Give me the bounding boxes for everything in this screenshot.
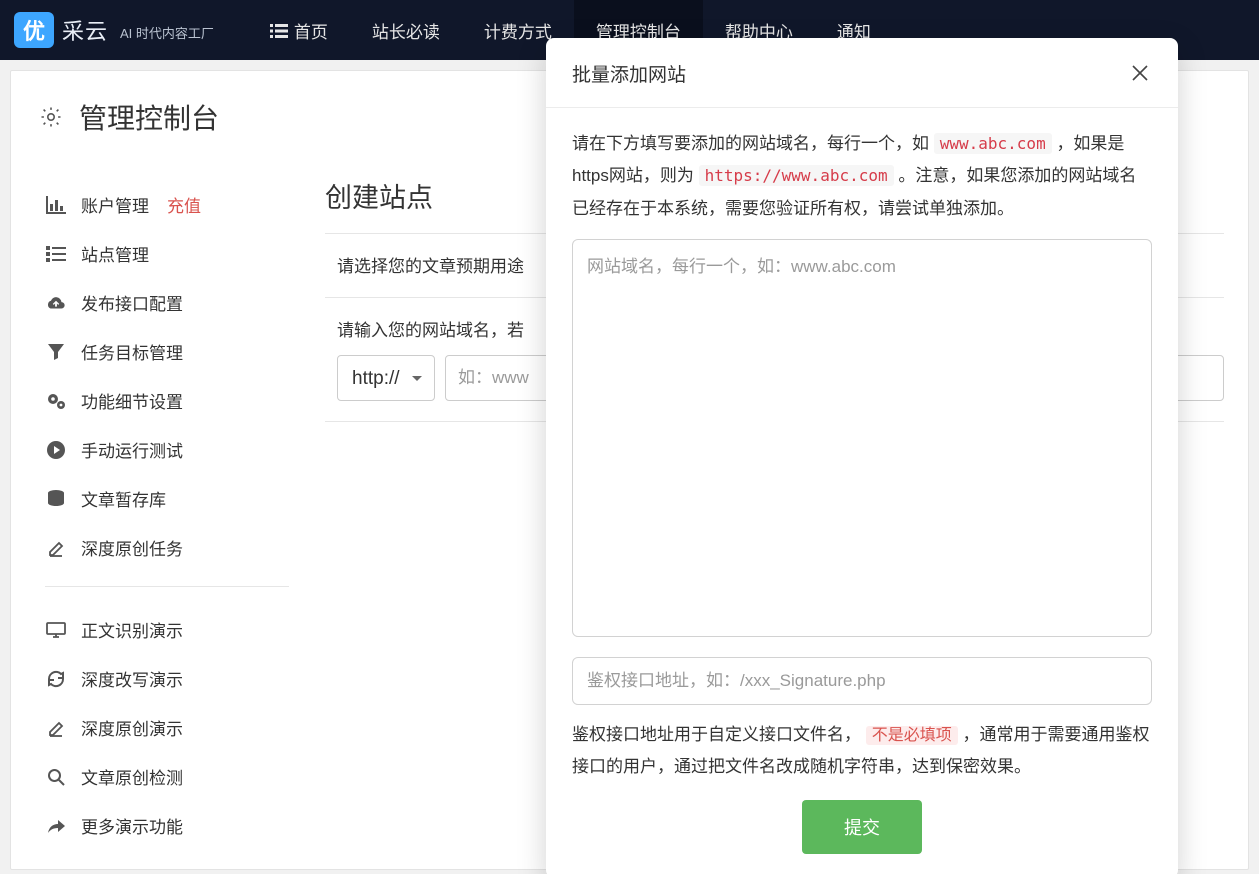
brand-subtitle: AI 时代内容工厂 bbox=[120, 23, 214, 48]
sidebar-item-label: 任务目标管理 bbox=[81, 339, 183, 364]
sidebar-item-label: 账户管理 bbox=[81, 192, 149, 217]
submit-button[interactable]: 提交 bbox=[802, 800, 922, 854]
page-title: 管理控制台 bbox=[79, 97, 219, 137]
batch-add-modal: 批量添加网站 请在下方填写要添加的网站域名，每行一个，如 www.abc.com… bbox=[546, 38, 1178, 874]
submit-wrap: 提交 bbox=[572, 800, 1152, 854]
sidebar-item-settings[interactable]: 功能细节设置 bbox=[45, 376, 289, 425]
code-sample-1: www.abc.com bbox=[934, 133, 1052, 154]
modal-title: 批量添加网站 bbox=[572, 60, 686, 87]
gear-icon bbox=[39, 105, 63, 129]
code-sample-2: https://www.abc.com bbox=[699, 165, 894, 186]
database-icon bbox=[45, 490, 67, 508]
nav-home[interactable]: 首页 bbox=[248, 0, 350, 60]
auth-description: 鉴权接口地址用于自定义接口文件名， 不是必填项 ，通常用于需要通用鉴权接口的用户… bbox=[572, 719, 1152, 784]
sidebar-item-storage[interactable]: 文章暂存库 bbox=[45, 474, 289, 523]
optional-badge: 不是必填项 bbox=[866, 726, 958, 745]
sidebar-demo-check[interactable]: 文章原创检测 bbox=[45, 752, 289, 801]
desc-text: 请在下方填写要添加的网站域名，每行一个，如 bbox=[572, 134, 934, 153]
sidebar-divider bbox=[45, 586, 289, 587]
edit-icon bbox=[45, 539, 67, 557]
sidebar-item-label: 深度原创演示 bbox=[81, 715, 183, 740]
list-lines-icon bbox=[45, 245, 67, 263]
auth-desc-text: 鉴权接口地址用于自定义接口文件名， bbox=[572, 725, 861, 744]
sidebar-item-publish[interactable]: 发布接口配置 bbox=[45, 278, 289, 327]
sidebar-demo-original[interactable]: 深度原创演示 bbox=[45, 703, 289, 752]
sidebar-item-account[interactable]: 账户管理 充值 bbox=[45, 180, 289, 229]
sidebar-item-label: 更多演示功能 bbox=[81, 813, 183, 838]
nav-label: 站长必读 bbox=[372, 18, 440, 43]
sidebar-item-label: 手动运行测试 bbox=[81, 437, 183, 462]
usage-label: 请选择您的文章预期用途 bbox=[337, 257, 524, 276]
nav-label: 首页 bbox=[294, 18, 328, 43]
nav-label: 计费方式 bbox=[484, 18, 552, 43]
auth-path-input[interactable] bbox=[572, 657, 1152, 705]
sidebar-item-label: 文章暂存库 bbox=[81, 486, 166, 511]
refresh-icon bbox=[45, 670, 67, 688]
sidebar-item-deep-tasks[interactable]: 深度原创任务 bbox=[45, 523, 289, 572]
protocol-select[interactable]: http:// bbox=[337, 355, 435, 401]
play-circle-icon bbox=[45, 441, 67, 459]
close-icon[interactable] bbox=[1130, 63, 1152, 85]
sidebar-item-sites[interactable]: 站点管理 bbox=[45, 229, 289, 278]
modal-header: 批量添加网站 bbox=[546, 38, 1178, 108]
sidebar-item-targets[interactable]: 任务目标管理 bbox=[45, 327, 289, 376]
cloud-upload-icon bbox=[45, 294, 67, 312]
domains-textarea[interactable] bbox=[572, 239, 1152, 637]
sidebar-demo-more[interactable]: 更多演示功能 bbox=[45, 801, 289, 850]
sidebar-item-label: 功能细节设置 bbox=[81, 388, 183, 413]
domain-label: 请输入您的网站域名，若 bbox=[337, 321, 524, 340]
filter-icon bbox=[45, 343, 67, 361]
monitor-icon bbox=[45, 621, 67, 639]
sidebar-demo-body-detect[interactable]: 正文识别演示 bbox=[45, 605, 289, 654]
sidebar: 账户管理 充值 站点管理 发布接口配置 任务目标管理 功能细节设置 手动运 bbox=[11, 168, 303, 862]
brand-text: 采云 bbox=[62, 14, 108, 46]
sidebar-demo-rewrite[interactable]: 深度改写演示 bbox=[45, 654, 289, 703]
sidebar-item-run[interactable]: 手动运行测试 bbox=[45, 425, 289, 474]
protocol-select-wrap: http:// bbox=[337, 355, 435, 401]
modal-description: 请在下方填写要添加的网站域名，每行一个，如 www.abc.com ，如果是 h… bbox=[572, 128, 1152, 225]
sidebar-item-label: 深度改写演示 bbox=[81, 666, 183, 691]
share-arrow-icon bbox=[45, 817, 67, 835]
search-icon bbox=[45, 768, 67, 786]
recharge-badge[interactable]: 充值 bbox=[167, 192, 201, 217]
modal-body: 请在下方填写要添加的网站域名，每行一个，如 www.abc.com ，如果是 h… bbox=[546, 108, 1178, 874]
sidebar-item-label: 文章原创检测 bbox=[81, 764, 183, 789]
chart-bars-icon bbox=[45, 196, 67, 214]
nav-webmaster[interactable]: 站长必读 bbox=[350, 0, 462, 60]
edit-icon bbox=[45, 719, 67, 737]
sidebar-item-label: 深度原创任务 bbox=[81, 535, 183, 560]
sidebar-item-label: 站点管理 bbox=[81, 241, 149, 266]
gears-icon bbox=[45, 392, 67, 410]
list-icon bbox=[270, 23, 288, 37]
sidebar-item-label: 正文识别演示 bbox=[81, 617, 183, 642]
sidebar-item-label: 发布接口配置 bbox=[81, 290, 183, 315]
brand-badge-icon: 优 bbox=[14, 12, 54, 48]
brand[interactable]: 优 采云 AI 时代内容工厂 bbox=[14, 12, 214, 48]
